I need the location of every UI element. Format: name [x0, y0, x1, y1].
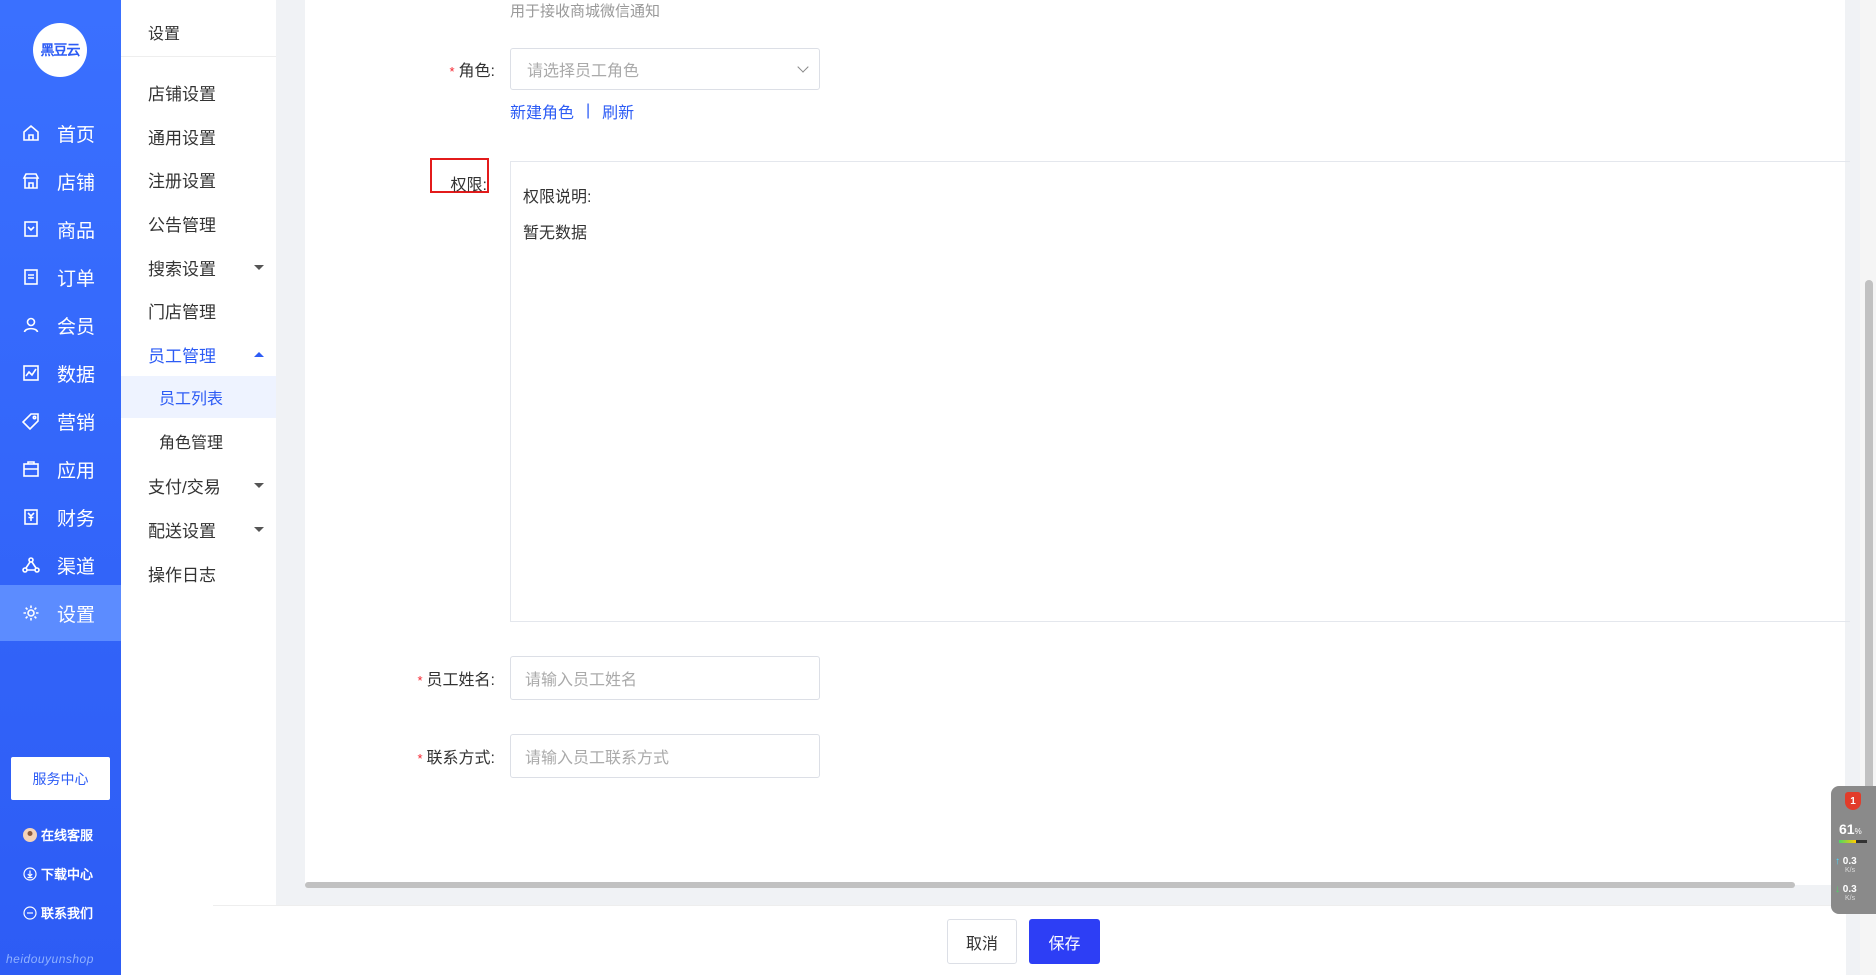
member-icon [21, 315, 41, 335]
role-links: 新建角色 | 刷新 [510, 99, 634, 123]
submenu-item-search-settings[interactable]: 搜索设置 [148, 255, 268, 280]
avatar-icon [22, 827, 37, 842]
submenu-item-register-settings[interactable]: 注册设置 [148, 167, 268, 192]
contact-us-label: 联系我们 [41, 906, 94, 921]
permission-panel: 权限说明: 暂无数据 [510, 161, 1850, 622]
nav-label: 订单 [57, 268, 96, 290]
submenu-item-operation-log[interactable]: 操作日志 [148, 561, 268, 586]
nav-label: 营销 [57, 412, 96, 434]
chevron-down-icon [797, 61, 809, 73]
nav-label: 商品 [57, 220, 96, 242]
store-icon [21, 171, 41, 191]
contact-label: * 联系方式: [417, 750, 495, 767]
staff-name-input[interactable]: 请输入员工姓名 [510, 656, 820, 700]
data-icon [21, 363, 41, 383]
caret-down-icon [254, 483, 264, 488]
role-label: * 角色: [449, 63, 495, 80]
submenu-item-payment[interactable]: 支付/交易 [148, 473, 268, 498]
app-icon [21, 459, 41, 479]
caret-down-icon [254, 265, 264, 270]
permission-label: 权限: [450, 177, 487, 194]
submenu-item-store-settings[interactable]: 店铺设置 [148, 80, 268, 105]
contact-us-link[interactable]: 联系我们 [22, 903, 93, 922]
upload-speed: ↑ 0.3 K/s [1835, 856, 1857, 874]
submenu-item-general-settings[interactable]: 通用设置 [148, 124, 268, 149]
caret-down-icon [254, 527, 264, 532]
form-footer: 取消 保存 [213, 905, 1846, 975]
gear-icon [21, 603, 41, 623]
brand-footer-text: heidouyunshop [6, 952, 94, 966]
submenu-item-store-management[interactable]: 门店管理 [148, 298, 268, 323]
download-center-link[interactable]: 下载中心 [22, 864, 93, 883]
channel-icon [21, 555, 41, 575]
cpu-percent: 61% [1839, 821, 1862, 837]
nav-label: 店铺 [57, 172, 96, 194]
system-monitor-widget[interactable]: 1 61% ↑ 0.3 K/s ↓ 0.3 K/s [1831, 786, 1876, 914]
nav-label: 应用 [57, 460, 96, 482]
nav-label: 会员 [57, 316, 96, 338]
contact-icon [22, 905, 37, 920]
finance-icon [21, 507, 41, 527]
online-service-link[interactable]: 在线客服 [22, 825, 93, 844]
submenu-item-notice-management[interactable]: 公告管理 [148, 211, 268, 236]
submenu-title: 设置 [148, 26, 181, 43]
contact-input[interactable]: 请输入员工联系方式 [510, 734, 820, 778]
submenu-item-role-management[interactable]: 角色管理 [121, 420, 276, 462]
divider [121, 56, 276, 57]
shield-badge-icon: 1 [1845, 792, 1861, 810]
nav-label: 设置 [57, 604, 96, 626]
refresh-link[interactable]: 刷新 [602, 99, 634, 123]
submenu-item-staff-list[interactable]: 员工列表 [121, 376, 276, 418]
nav-label: 财务 [57, 508, 96, 530]
download-icon [22, 866, 37, 881]
usage-bar [1839, 840, 1867, 843]
permission-empty-text: 暂无数据 [523, 225, 588, 242]
permission-desc-title: 权限说明: [523, 189, 592, 206]
product-icon [21, 219, 41, 239]
settings-submenu: 设置 店铺设置 通用设置 注册设置 公告管理 搜索设置 门店管理 员工管理 员工… [121, 0, 276, 975]
online-service-label: 在线客服 [41, 828, 94, 843]
nav-item-settings[interactable]: 设置 [0, 585, 121, 641]
logo-text: 黑豆云 [40, 42, 81, 58]
new-role-link[interactable]: 新建角色 [510, 99, 574, 123]
service-center-button[interactable]: 服务中心 [11, 757, 110, 800]
save-button[interactable]: 保存 [1029, 919, 1100, 964]
order-icon [21, 267, 41, 287]
submenu-item-staff-management[interactable]: 员工管理 [148, 342, 268, 367]
tag-icon [21, 411, 41, 431]
nav-label: 渠道 [57, 556, 96, 578]
nav-label: 首页 [57, 124, 96, 146]
download-center-label: 下载中心 [41, 867, 94, 882]
caret-up-icon [254, 352, 264, 357]
nav-label: 数据 [57, 364, 96, 386]
staff-name-label: * 员工姓名: [417, 672, 495, 689]
cancel-button[interactable]: 取消 [947, 919, 1017, 964]
left-nav: 黑豆云 首页 店铺 商品 订单 会员 数据 营销 应用 财务 渠道 设置 服务中… [0, 0, 121, 975]
logo[interactable]: 黑豆云 [33, 23, 87, 77]
wechat-hint: 用于接收商城微信通知 [510, 3, 661, 20]
horizontal-scrollbar[interactable] [305, 882, 1795, 888]
role-select-placeholder: 请选择员工角色 [527, 63, 640, 80]
staff-form: 用于接收商城微信通知 * 角色: 请选择员工角色 新建角色 | 刷新 权限: 权限… [305, 0, 1850, 888]
home-icon [21, 123, 41, 143]
role-select[interactable]: 请选择员工角色 [510, 48, 820, 90]
link-separator: | [586, 102, 591, 119]
download-speed: ↓ 0.3 K/s [1835, 884, 1857, 902]
submenu-item-delivery-settings[interactable]: 配送设置 [148, 517, 268, 542]
